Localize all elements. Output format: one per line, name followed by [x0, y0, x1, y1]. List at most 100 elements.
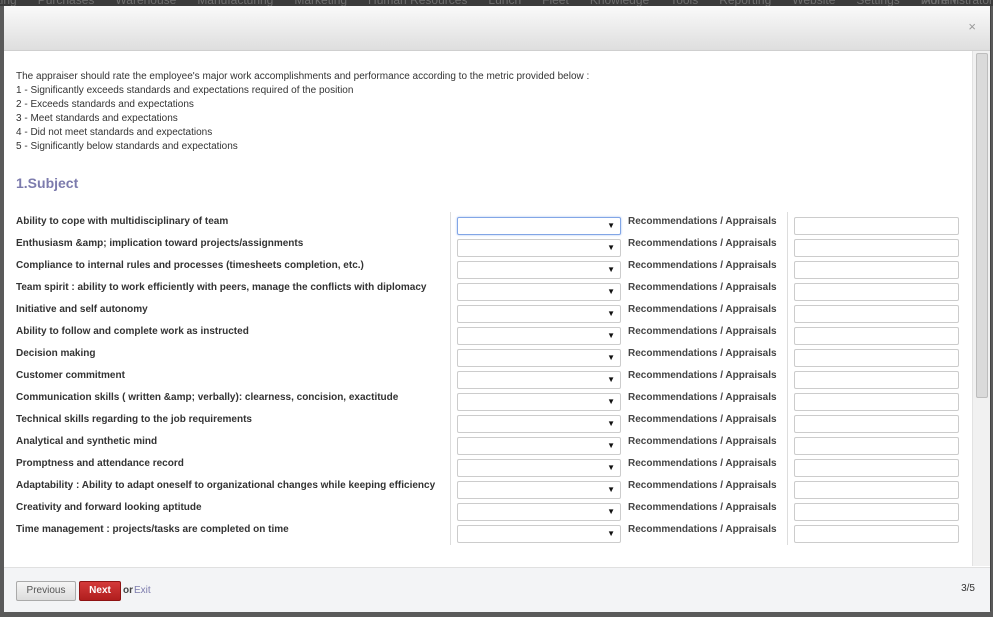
question-label: Ability to cope with multidisciplinary o… [16, 216, 229, 227]
recommendations-input[interactable] [794, 349, 959, 367]
rating-select[interactable]: ▼ [457, 437, 621, 455]
dropdown-arrow-icon: ▼ [607, 287, 615, 296]
rating-select[interactable]: ▼ [457, 349, 621, 367]
question-row: Customer commitment ▼ Recommendations / Ap… [16, 370, 966, 392]
next-button[interactable]: Next [79, 581, 121, 601]
question-row: Enthusiasm &amp; implication toward proj… [16, 238, 966, 260]
question-label: Initiative and self autonomy [16, 304, 148, 315]
rating-select[interactable]: ▼ [457, 481, 621, 499]
recommendations-input[interactable] [794, 393, 959, 411]
recommendations-input[interactable] [794, 371, 959, 389]
rating-select[interactable]: ▼ [457, 503, 621, 521]
recommendations-input[interactable] [794, 327, 959, 345]
question-row: Technical skills regarding to the job re… [16, 414, 966, 436]
question-row: Time management : projects/tasks are com… [16, 524, 966, 546]
recommendations-label: Recommendations / Appraisals [628, 458, 777, 469]
intro-line: 3 - Meet standards and expectations [16, 113, 178, 124]
intro-line: The appraiser should rate the employee's… [16, 71, 590, 82]
question-label: Ability to follow and complete work as i… [16, 326, 249, 337]
previous-button[interactable]: Previous [16, 581, 76, 601]
recommendations-input[interactable] [794, 437, 959, 455]
rating-select[interactable]: ▼ [457, 393, 621, 411]
question-label: Creativity and forward looking aptitude [16, 502, 202, 513]
question-row: Ability to cope with multidisciplinary o… [16, 216, 966, 238]
recommendations-label: Recommendations / Appraisals [628, 260, 777, 271]
recommendations-input[interactable] [794, 217, 959, 235]
question-row: Compliance to internal rules and process… [16, 260, 966, 282]
question-label: Decision making [16, 348, 96, 359]
rating-select[interactable]: ▼ [457, 283, 621, 301]
question-row: Initiative and self autonomy ▼ Recommendat… [16, 304, 966, 326]
question-row: Adaptability : Ability to adapt oneself … [16, 480, 966, 502]
question-row: Creativity and forward looking aptitude ▼… [16, 502, 966, 524]
dialog-body: The appraiser should rate the employee's… [4, 51, 974, 566]
recommendations-input[interactable] [794, 525, 959, 543]
dropdown-arrow-icon: ▼ [607, 441, 615, 450]
question-label: Adaptability : Ability to adapt oneself … [16, 480, 436, 491]
question-row: Ability to follow and complete work as i… [16, 326, 966, 348]
dropdown-arrow-icon: ▼ [607, 353, 615, 362]
question-grid: Ability to cope with multidisciplinary o… [16, 212, 966, 546]
dropdown-arrow-icon: ▼ [607, 221, 615, 230]
scrollbar[interactable] [972, 51, 990, 566]
dropdown-arrow-icon: ▼ [607, 243, 615, 252]
question-label: Enthusiasm &amp; implication toward proj… [16, 238, 304, 249]
question-row: Decision making ▼ Recommendations / Apprai… [16, 348, 966, 370]
rating-select[interactable]: ▼ [457, 261, 621, 279]
recommendations-label: Recommendations / Appraisals [628, 238, 777, 249]
recommendations-input[interactable] [794, 283, 959, 301]
recommendations-label: Recommendations / Appraisals [628, 348, 777, 359]
question-label: Customer commitment [16, 370, 125, 381]
dropdown-arrow-icon: ▼ [607, 485, 615, 494]
recommendations-label: Recommendations / Appraisals [628, 524, 777, 535]
question-row: Communication skills ( written &amp; ver… [16, 392, 966, 414]
recommendations-label: Recommendations / Appraisals [628, 414, 777, 425]
dropdown-arrow-icon: ▼ [607, 419, 615, 428]
recommendations-input[interactable] [794, 305, 959, 323]
question-label: Analytical and synthetic mind [16, 436, 158, 447]
recommendations-label: Recommendations / Appraisals [628, 502, 777, 513]
recommendations-label: Recommendations / Appraisals [628, 216, 777, 227]
question-label: Promptness and attendance record [16, 458, 184, 469]
recommendations-label: Recommendations / Appraisals [628, 436, 777, 447]
question-label: Compliance to internal rules and process… [16, 260, 364, 271]
dropdown-arrow-icon: ▼ [607, 397, 615, 406]
question-row: Analytical and synthetic mind ▼ Recommenda… [16, 436, 966, 458]
question-label: Team spirit : ability to work efficientl… [16, 282, 427, 293]
exit-link[interactable]: Exit [134, 585, 151, 596]
rating-select[interactable]: ▼ [457, 415, 621, 433]
rating-select[interactable]: ▼ [457, 327, 621, 345]
dropdown-arrow-icon: ▼ [607, 265, 615, 274]
rating-select[interactable]: ▼ [457, 525, 621, 543]
question-label: Technical skills regarding to the job re… [16, 414, 252, 425]
dropdown-arrow-icon: ▼ [607, 507, 615, 516]
recommendations-label: Recommendations / Appraisals [628, 282, 777, 293]
rating-select[interactable]: ▼ [457, 371, 621, 389]
close-icon[interactable]: × [968, 19, 976, 34]
recommendations-input[interactable] [794, 481, 959, 499]
dropdown-arrow-icon: ▼ [607, 309, 615, 318]
rating-select[interactable]: ▼ [457, 459, 621, 477]
intro-line: 2 - Exceeds standards and expectations [16, 99, 194, 110]
recommendations-label: Recommendations / Appraisals [628, 392, 777, 403]
dropdown-arrow-icon: ▼ [607, 529, 615, 538]
dropdown-arrow-icon: ▼ [607, 331, 615, 340]
recommendations-input[interactable] [794, 503, 959, 521]
recommendations-label: Recommendations / Appraisals [628, 370, 777, 381]
intro-line: 4 - Did not meet standards and expectati… [16, 127, 213, 138]
dropdown-arrow-icon: ▼ [607, 375, 615, 384]
recommendations-input[interactable] [794, 261, 959, 279]
dialog-header: × [4, 6, 990, 51]
recommendations-input[interactable] [794, 239, 959, 257]
rating-select[interactable]: ▼ [457, 305, 621, 323]
recommendations-label: Recommendations / Appraisals [628, 326, 777, 337]
rating-select[interactable]: ▼ [457, 239, 621, 257]
rating-select[interactable]: ▼ [457, 217, 621, 235]
question-row: Promptness and attendance record ▼ Recomme… [16, 458, 966, 480]
recommendations-input[interactable] [794, 459, 959, 477]
recommendations-label: Recommendations / Appraisals [628, 304, 777, 315]
scrollbar-thumb[interactable] [976, 53, 988, 398]
survey-dialog: × The appraiser should rate the employee… [4, 6, 991, 612]
recommendations-input[interactable] [794, 415, 959, 433]
question-row: Team spirit : ability to work efficientl… [16, 282, 966, 304]
